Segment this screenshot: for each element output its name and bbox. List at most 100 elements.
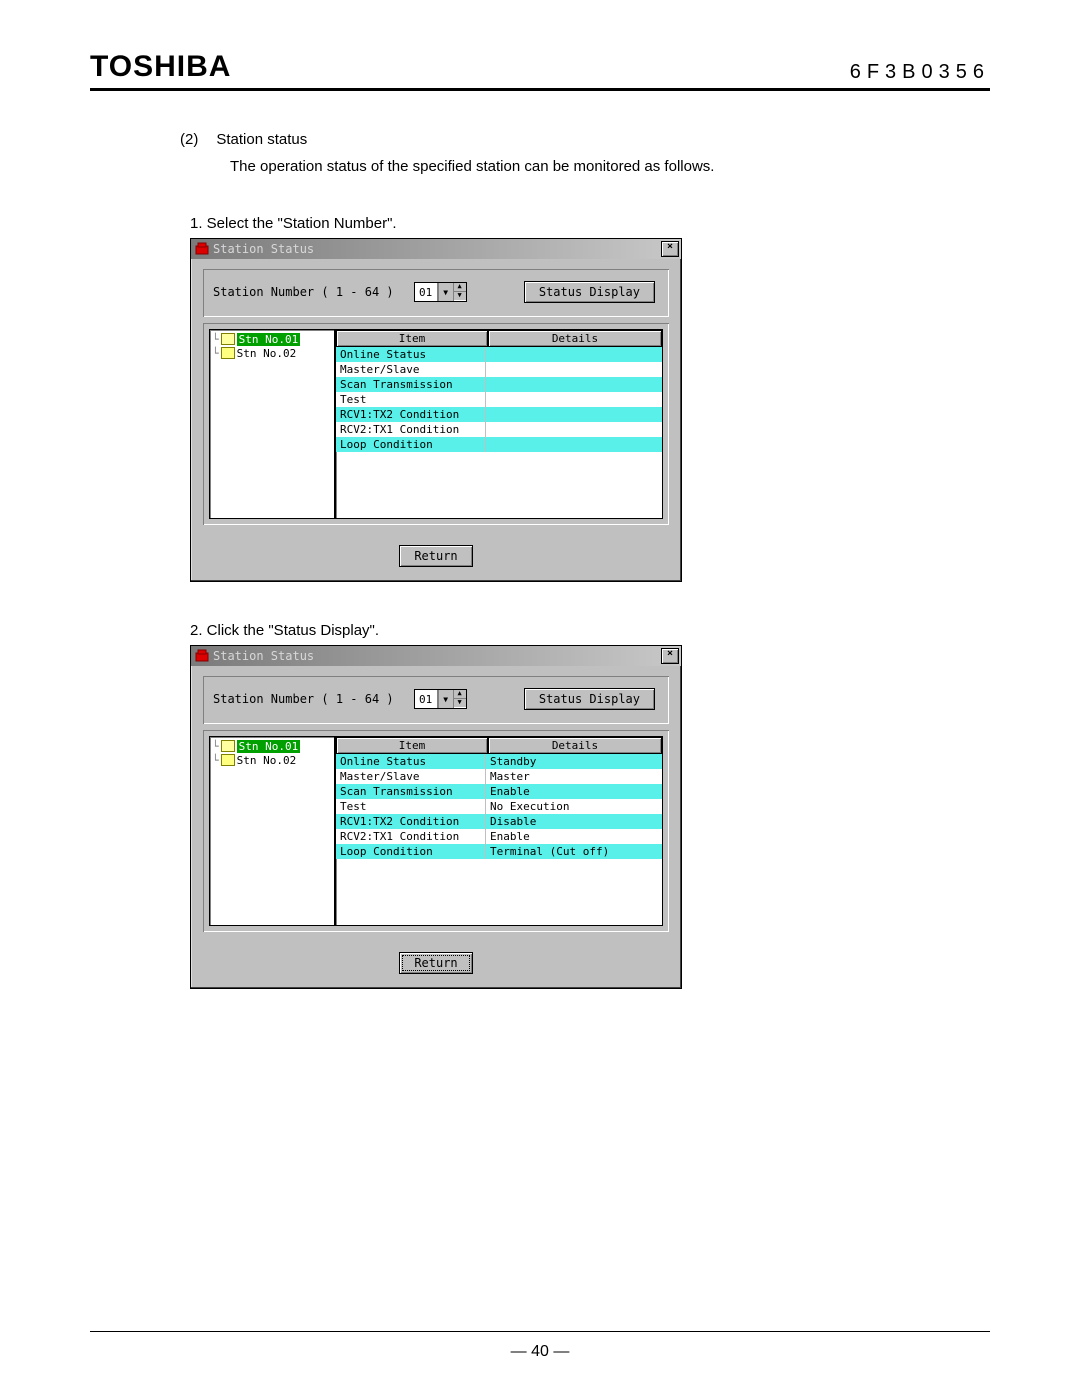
- table-row: Master/SlaveMaster: [336, 769, 662, 784]
- table-row: Master/Slave: [336, 362, 662, 377]
- cell-item: Scan Transmission: [336, 784, 486, 799]
- table-row: Test: [336, 392, 662, 407]
- cell-item: RCV1:TX2 Condition: [336, 407, 486, 422]
- cell-item: Loop Condition: [336, 844, 486, 859]
- cell-item: Master/Slave: [336, 362, 486, 377]
- table-row: Online Status: [336, 347, 662, 362]
- cell-item: Loop Condition: [336, 437, 486, 452]
- tree-item-stn2[interactable]: └ Stn No.02: [212, 753, 332, 767]
- table-row: RCV2:TX1 ConditionEnable: [336, 829, 662, 844]
- col-details-header[interactable]: Details: [488, 737, 662, 754]
- return-button[interactable]: Return: [399, 545, 472, 567]
- spinner-down-icon[interactable]: ▼: [454, 699, 466, 707]
- section-description: The operation status of the specified st…: [230, 158, 990, 175]
- status-display-button[interactable]: Status Display: [524, 688, 655, 710]
- cell-item: Master/Slave: [336, 769, 486, 784]
- col-item-header[interactable]: Item: [336, 737, 488, 754]
- table-row: Online StatusStandby: [336, 754, 662, 769]
- cell-item: RCV1:TX2 Condition: [336, 814, 486, 829]
- cell-details: [486, 437, 662, 452]
- cell-item: Test: [336, 392, 486, 407]
- tree-item-label: Stn No.02: [237, 347, 297, 360]
- content-panel: └ Stn No.01 └ Stn No.02 Item Details: [203, 323, 669, 525]
- spinner-value: 01: [415, 690, 438, 708]
- tree-item-label: Stn No.02: [237, 754, 297, 767]
- folder-icon: [221, 347, 235, 359]
- folder-icon: [221, 754, 235, 766]
- tree-item-stn2[interactable]: └ Stn No.02: [212, 346, 332, 360]
- grid-header: Item Details: [336, 330, 662, 347]
- table-row: RCV2:TX1 Condition: [336, 422, 662, 437]
- logo-text: TOSHIBA: [90, 50, 231, 84]
- cell-details: [486, 422, 662, 437]
- chevron-down-icon[interactable]: ▼: [438, 690, 453, 708]
- station-tree[interactable]: └ Stn No.01 └ Stn No.02: [209, 329, 335, 519]
- cell-item: Test: [336, 799, 486, 814]
- app-icon: [195, 242, 209, 256]
- grid-body-1: Online StatusMaster/SlaveScan Transmissi…: [336, 347, 662, 452]
- cell-details: [486, 362, 662, 377]
- cell-details: Enable: [486, 784, 662, 799]
- station-status-dialog-2: Station Status × Station Number ( 1 - 64…: [190, 645, 682, 989]
- dialog-footer: Return: [191, 535, 681, 581]
- tree-item-stn1[interactable]: └ Stn No.01: [212, 739, 332, 753]
- spinner-down-icon[interactable]: ▼: [454, 292, 466, 300]
- close-icon[interactable]: ×: [661, 241, 679, 257]
- cell-details: Terminal (Cut off): [486, 844, 662, 859]
- dialog-titlebar: Station Status ×: [191, 646, 681, 666]
- chevron-down-icon[interactable]: ▼: [438, 283, 453, 301]
- cell-details: [486, 347, 662, 362]
- status-grid: Item Details Online StatusMaster/SlaveSc…: [335, 329, 663, 519]
- tree-item-label: Stn No.01: [237, 333, 301, 346]
- station-tree[interactable]: └ Stn No.01 └ Stn No.02: [209, 736, 335, 926]
- col-details-header[interactable]: Details: [488, 330, 662, 347]
- section-heading: (2) Station status: [180, 131, 990, 148]
- table-row: RCV1:TX2 Condition: [336, 407, 662, 422]
- station-status-dialog-1: Station Status × Station Number ( 1 - 64…: [190, 238, 682, 582]
- cell-details: No Execution: [486, 799, 662, 814]
- page-number: ― 40 ―: [0, 1343, 1080, 1361]
- return-button[interactable]: Return: [399, 952, 472, 974]
- cell-details: Enable: [486, 829, 662, 844]
- table-row: Scan TransmissionEnable: [336, 784, 662, 799]
- folder-open-icon: [221, 333, 235, 345]
- station-number-label: Station Number ( 1 - 64 ): [213, 692, 394, 706]
- station-number-panel: Station Number ( 1 - 64 ) 01 ▼ ▲ ▼ Statu…: [203, 269, 669, 317]
- dialog-title: Station Status: [213, 242, 661, 256]
- station-number-spinner[interactable]: 01 ▼ ▲ ▼: [414, 689, 467, 709]
- dialog-title: Station Status: [213, 649, 661, 663]
- station-number-spinner[interactable]: 01 ▼ ▲ ▼: [414, 282, 467, 302]
- step-2-text: 2. Click the "Status Display".: [190, 622, 990, 639]
- cell-details: Master: [486, 769, 662, 784]
- station-number-panel: Station Number ( 1 - 64 ) 01 ▼ ▲ ▼ Statu…: [203, 676, 669, 724]
- tree-item-stn1[interactable]: └ Stn No.01: [212, 332, 332, 346]
- app-icon: [195, 649, 209, 663]
- doc-id: 6F3B0356: [850, 61, 990, 84]
- folder-open-icon: [221, 740, 235, 752]
- col-item-header[interactable]: Item: [336, 330, 488, 347]
- cell-details: [486, 377, 662, 392]
- close-icon[interactable]: ×: [661, 648, 679, 664]
- status-display-button[interactable]: Status Display: [524, 281, 655, 303]
- grid-body-2: Online StatusStandbyMaster/SlaveMasterSc…: [336, 754, 662, 859]
- station-number-label: Station Number ( 1 - 64 ): [213, 285, 394, 299]
- cell-item: RCV2:TX1 Condition: [336, 829, 486, 844]
- cell-item: RCV2:TX1 Condition: [336, 422, 486, 437]
- footer-rule: [90, 1331, 990, 1332]
- grid-header: Item Details: [336, 737, 662, 754]
- table-row: Loop Condition: [336, 437, 662, 452]
- cell-details: Disable: [486, 814, 662, 829]
- section-title: Station status: [216, 131, 307, 148]
- dialog-titlebar: Station Status ×: [191, 239, 681, 259]
- dialog-footer: Return: [191, 942, 681, 988]
- cell-details: Standby: [486, 754, 662, 769]
- content-panel: └ Stn No.01 └ Stn No.02 Item Details: [203, 730, 669, 932]
- status-grid: Item Details Online StatusStandbyMaster/…: [335, 736, 663, 926]
- spinner-value: 01: [415, 283, 438, 301]
- cell-item: Scan Transmission: [336, 377, 486, 392]
- table-row: Loop ConditionTerminal (Cut off): [336, 844, 662, 859]
- table-row: RCV1:TX2 ConditionDisable: [336, 814, 662, 829]
- table-row: TestNo Execution: [336, 799, 662, 814]
- section-number: (2): [180, 131, 198, 148]
- cell-details: [486, 392, 662, 407]
